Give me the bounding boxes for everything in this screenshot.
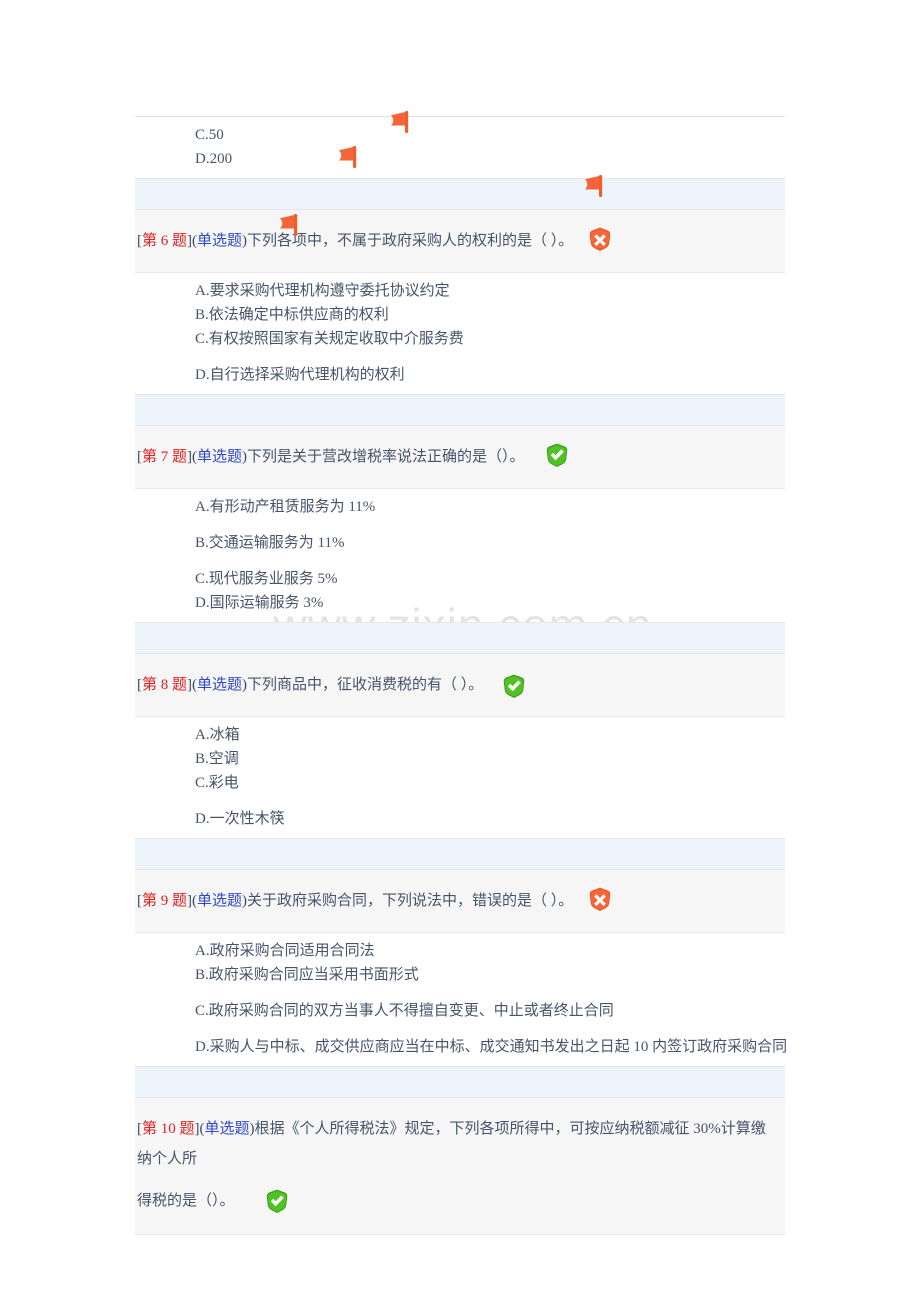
question-separator-band bbox=[135, 838, 785, 870]
option-item[interactable]: D.200 bbox=[135, 147, 785, 171]
question-header-7: [第 7 题](单选题)下列是关于营改增税率说法正确的是（）。 bbox=[135, 426, 785, 489]
option-list-6: A.要求采购代理机构遵守委托协议约定 B.依法确定中标供应商的权利 C.有权按照… bbox=[135, 111, 785, 394]
question-stem-8: 下列商品中，征收消费税的有（ ）。 bbox=[247, 677, 484, 693]
question-type-9: 单选题 bbox=[197, 893, 243, 909]
question-header-10: [第 10 题](单选题)根据《个人所得税法》规定，下列各项所得中，可按应纳税额… bbox=[135, 1098, 785, 1235]
option-item[interactable]: A.政府采购合同适用合同法 bbox=[135, 939, 785, 963]
question-type-8: 单选题 bbox=[197, 677, 243, 693]
exam-question-list: C.50 D.200 [第 6 题](单选题)下列各项中，不属于政府采购人的权利… bbox=[135, 111, 787, 1235]
question-stem-10-line2: 得税的是（）。 bbox=[137, 1193, 235, 1209]
option-item[interactable]: A.冰箱 bbox=[135, 723, 785, 747]
question-number-9: 第 9 题 bbox=[142, 893, 188, 909]
option-item[interactable]: C.50 bbox=[135, 123, 785, 147]
question-number-7: 第 7 题 bbox=[142, 449, 188, 465]
question-separator-band bbox=[135, 394, 785, 426]
option-item[interactable]: C.彩电 bbox=[135, 771, 785, 795]
green-shield-check-icon bbox=[501, 673, 527, 699]
option-list-7: A.有形动产租赁服务为 11% B.交通运输服务为 11% C.现代服务业服务 … bbox=[135, 146, 785, 622]
red-shield-cross-icon bbox=[587, 226, 613, 252]
question-stem-9: 关于政府采购合同，下列说法中，错误的是（ ）。 bbox=[247, 893, 574, 909]
option-item[interactable]: B.交通运输服务为 11% bbox=[135, 531, 785, 555]
question-type-6: 单选题 bbox=[197, 233, 243, 249]
option-item[interactable]: C.政府采购合同的双方当事人不得擅自变更、中止或者终止合同 bbox=[135, 999, 785, 1023]
question-separator-band bbox=[135, 1066, 785, 1098]
green-shield-check-icon bbox=[544, 442, 570, 468]
option-item[interactable]: B.空调 bbox=[135, 747, 785, 771]
option-item[interactable]: C.有权按照国家有关规定收取中介服务费 bbox=[135, 327, 785, 351]
option-list-8: A.冰箱 B.空调 C.彩电 D.一次性木筷 bbox=[135, 214, 785, 838]
question-stem-7: 下列是关于营改增税率说法正确的是（）。 bbox=[247, 449, 525, 465]
question-separator-band bbox=[135, 178, 785, 210]
question-separator-band bbox=[135, 622, 785, 654]
option-item[interactable]: A.有形动产租赁服务为 11% bbox=[135, 495, 785, 519]
option-item[interactable]: A.要求采购代理机构遵守委托协议约定 bbox=[135, 279, 785, 303]
green-shield-check-icon bbox=[264, 1188, 290, 1214]
option-item[interactable]: D.自行选择采购代理机构的权利 bbox=[135, 363, 785, 387]
question-type-10: 单选题 bbox=[204, 1121, 250, 1137]
question-number-8: 第 8 题 bbox=[142, 677, 188, 693]
red-shield-cross-icon bbox=[587, 886, 613, 912]
question-stem-6: 下列各项中，不属于政府采购人的权利的是（ ）。 bbox=[247, 233, 574, 249]
option-item[interactable]: D.国际运输服务 3% bbox=[135, 591, 785, 615]
continued-option-list: C.50 D.200 bbox=[135, 117, 785, 178]
option-item[interactable]: C.现代服务业服务 5% bbox=[135, 567, 785, 591]
option-item[interactable]: B.政府采购合同应当采用书面形式 bbox=[135, 963, 785, 987]
question-header-6: [第 6 题](单选题)下列各项中，不属于政府采购人的权利的是（ ）。 bbox=[135, 210, 785, 273]
question-number-6: 第 6 题 bbox=[142, 233, 188, 249]
option-item[interactable]: D.一次性木筷 bbox=[135, 807, 785, 831]
question-header-9: [第 9 题](单选题)关于政府采购合同，下列说法中，错误的是（ ）。 bbox=[135, 870, 785, 933]
option-list-9: A.政府采购合同适用合同法 B.政府采购合同应当采用书面形式 C.政府采购合同的… bbox=[135, 175, 787, 1066]
question-type-7: 单选题 bbox=[197, 449, 243, 465]
option-item[interactable]: D.采购人与中标、成交供应商应当在中标、成交通知书发出之日起 10 内签订政府采… bbox=[135, 1035, 787, 1059]
option-item[interactable]: B.依法确定中标供应商的权利 bbox=[135, 303, 785, 327]
question-header-8: [第 8 题](单选题)下列商品中，征收消费税的有（ ）。 bbox=[135, 654, 785, 717]
question-number-10: 第 10 题 bbox=[142, 1121, 195, 1137]
